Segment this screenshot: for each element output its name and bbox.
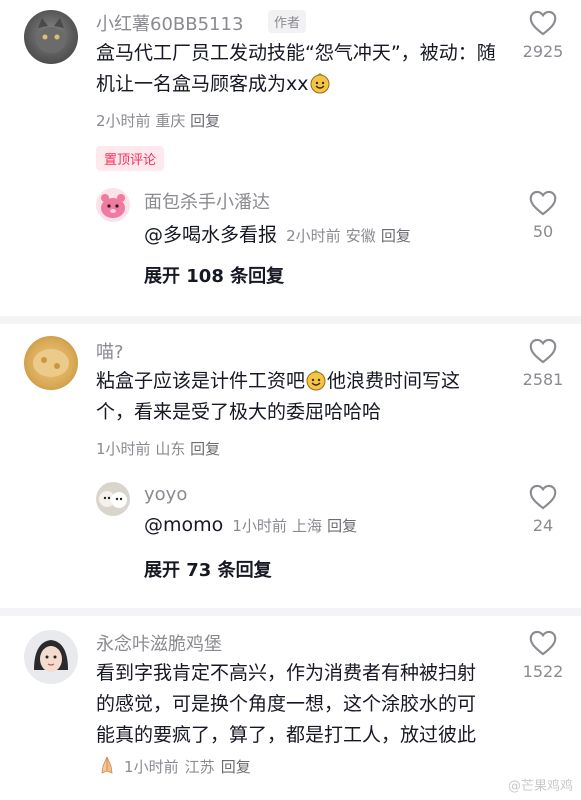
girl-avatar-image — [34, 640, 68, 672]
reply-content: @momo 1小时前 上海 回复 — [144, 514, 357, 536]
reply-like-button[interactable]: 24 — [513, 484, 573, 535]
heart-icon — [529, 190, 557, 216]
like-button[interactable]: 2925 — [513, 10, 573, 61]
reply-time: 1小时前 — [232, 517, 287, 535]
comment-time: 1小时前 — [96, 440, 151, 458]
comment-divider — [0, 316, 581, 324]
like-button[interactable]: 1522 — [513, 630, 573, 681]
comment-time: 2小时前 — [96, 112, 151, 130]
reply-username[interactable]: yoyo — [144, 484, 187, 505]
reply-button[interactable]: 回复 — [190, 440, 220, 458]
comment-meta: 1小时前 山东 回复 — [96, 438, 220, 459]
comment-location: 江苏 — [184, 758, 215, 776]
reply-like-count: 50 — [532, 222, 554, 241]
pray-emoji — [101, 756, 113, 774]
watermark: @芒果鸡鸡 — [507, 779, 573, 794]
pink-creature-image — [101, 194, 125, 218]
smile-emoji — [306, 370, 326, 391]
heart-icon — [529, 630, 557, 656]
comment-text: 盒马代工厂员工发动技能“怨气冲天”，被动：随机让一名盒马顾客成为xx — [96, 42, 496, 95]
like-count: 2581 — [522, 370, 564, 389]
like-count: 2925 — [522, 42, 564, 61]
avatar-pink-creature[interactable] — [96, 188, 130, 222]
avatar-girl[interactable] — [24, 630, 78, 684]
reply-content: @多喝水多看报 2小时前 安徽 回复 — [144, 220, 411, 247]
reply-like-button[interactable]: 50 — [513, 190, 573, 241]
heart-icon — [529, 338, 557, 364]
pancake-avatar-image — [33, 349, 69, 377]
comment-divider — [0, 608, 581, 616]
heart-icon — [529, 10, 557, 36]
reply-reply-button[interactable]: 回复 — [327, 517, 357, 535]
comment-text: 看到字我肯定不高兴，作为消费者有种被扫射的感觉，可是换个角度一想，这个涂胶水的可… — [96, 662, 477, 776]
reply-reply-button[interactable]: 回复 — [381, 227, 411, 245]
avatar-pancake[interactable] — [24, 336, 78, 390]
reply-username[interactable]: 面包杀手小潘达 — [144, 188, 270, 214]
pinned-comment-badge: 置顶评论 — [96, 146, 165, 171]
cat-avatar-image — [36, 18, 66, 53]
like-count: 1522 — [522, 662, 564, 681]
reply-mention[interactable]: @momo — [144, 514, 223, 536]
reply-location: 安徽 — [345, 227, 376, 245]
comment-username[interactable]: 喵? — [96, 338, 124, 364]
reply-mention[interactable]: @多喝水多看报 — [144, 224, 277, 246]
reply-like-count: 24 — [532, 516, 554, 535]
reply-location: 上海 — [292, 517, 323, 535]
expand-replies-button[interactable]: 展开 108 条回复 — [144, 262, 284, 288]
comment-location: 山东 — [155, 440, 186, 458]
comment-text: 粘盒子应该是计件工资吧 他浪费时间写这个，看来是受了极大的委屈哈哈哈 — [96, 370, 461, 423]
avatar-dogs[interactable] — [96, 482, 130, 516]
comment-username[interactable]: 小红薯60BB5113 — [96, 10, 243, 36]
reply-button[interactable]: 回复 — [190, 112, 220, 130]
comment-meta: 2小时前 重庆 回复 — [96, 110, 220, 131]
comment-username[interactable]: 永念咔滋脆鸡堡 — [96, 630, 222, 656]
comment-time: 1小时前 — [124, 758, 179, 776]
dogs-avatar-image — [99, 491, 127, 508]
author-badge: 作者 — [268, 10, 307, 33]
heart-icon — [529, 484, 557, 510]
like-button[interactable]: 2581 — [513, 338, 573, 389]
avatar-cat[interactable] — [24, 10, 78, 64]
expand-replies-button[interactable]: 展开 73 条回复 — [144, 556, 272, 582]
reply-button[interactable]: 回复 — [221, 758, 251, 776]
reply-time: 2小时前 — [286, 227, 341, 245]
comment-location: 重庆 — [155, 112, 186, 130]
smile-emoji — [310, 73, 329, 94]
